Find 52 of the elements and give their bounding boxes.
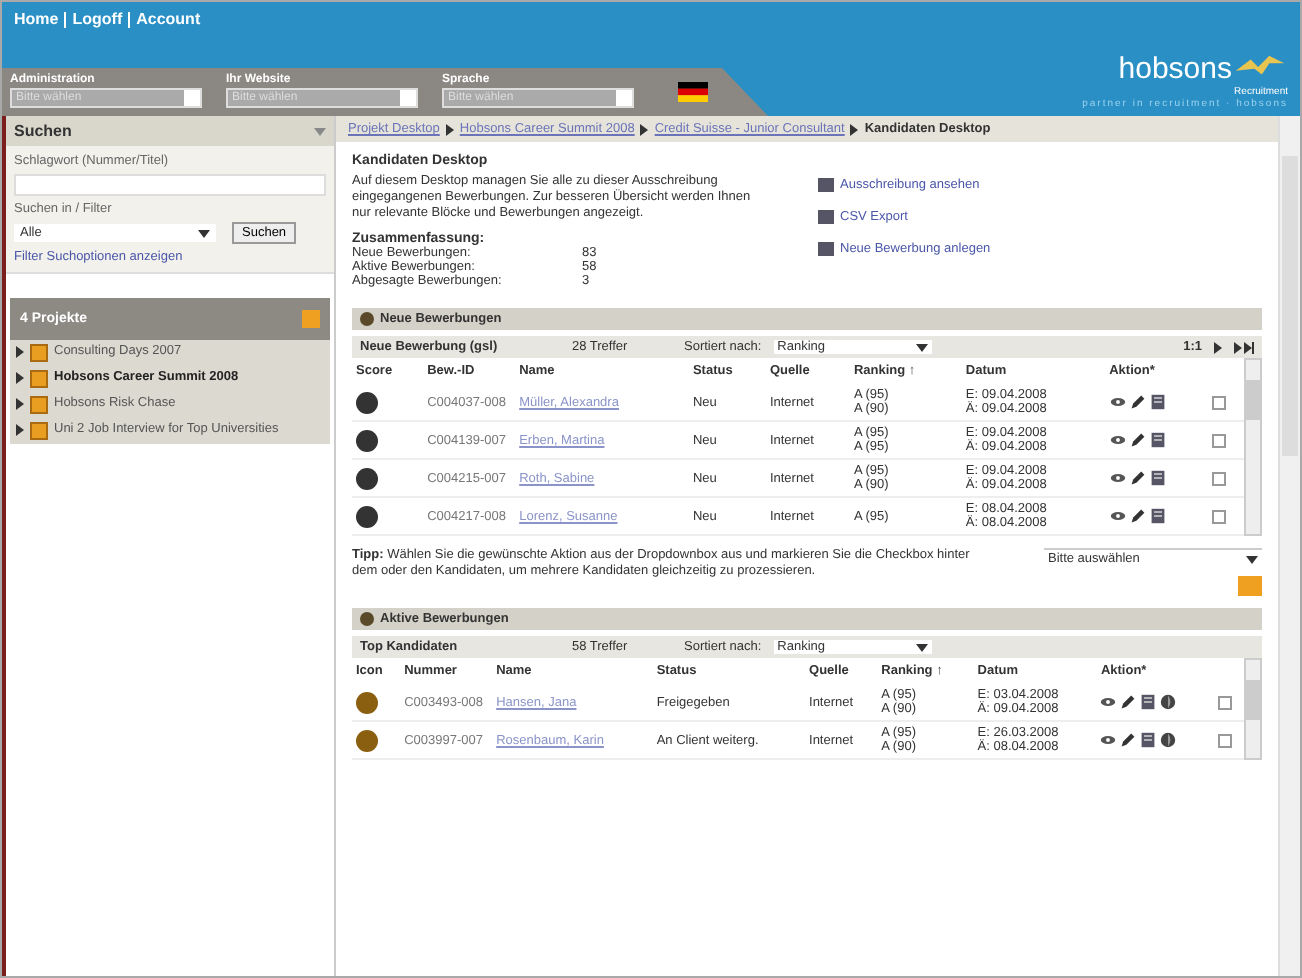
last-page-icon[interactable] — [1234, 341, 1254, 354]
arrow-icon — [640, 123, 649, 135]
pencil-icon[interactable] — [1129, 470, 1146, 487]
eye-icon[interactable] — [1109, 470, 1126, 487]
document-icon — [818, 242, 834, 256]
notepad-icon[interactable] — [1149, 432, 1166, 449]
notepad-icon[interactable] — [1140, 732, 1157, 749]
score-icon — [356, 391, 378, 414]
document-icon — [818, 210, 834, 224]
score-icon — [356, 467, 378, 490]
pencil-icon[interactable] — [1129, 432, 1146, 449]
arrow-icon — [445, 123, 454, 135]
notepad-icon[interactable] — [1149, 508, 1166, 525]
notepad-icon[interactable] — [1140, 694, 1157, 711]
row-checkbox[interactable] — [1212, 471, 1227, 486]
pencil-icon[interactable] — [1120, 732, 1137, 749]
globe-icon[interactable] — [1160, 694, 1177, 711]
flag-icon[interactable] — [678, 81, 708, 101]
section-icon — [360, 312, 374, 327]
arrow-icon — [850, 123, 859, 135]
score-icon — [356, 505, 378, 528]
notepad-icon[interactable] — [1149, 470, 1166, 487]
eye-icon[interactable] — [1100, 732, 1117, 749]
pencil-icon[interactable] — [1120, 694, 1137, 711]
eye-icon[interactable] — [1109, 508, 1126, 525]
row-checkbox[interactable] — [1217, 695, 1232, 710]
nav-link[interactable]: Home — [14, 10, 59, 28]
section-icon — [360, 612, 374, 627]
scrollbar[interactable] — [1244, 358, 1262, 537]
nav-link[interactable]: Logoff — [72, 10, 123, 28]
logo-text: hobsons — [1118, 52, 1232, 86]
globe-icon[interactable] — [1160, 732, 1177, 749]
pencil-icon[interactable] — [1129, 394, 1146, 411]
eye-icon[interactable] — [1100, 694, 1117, 711]
document-icon — [818, 178, 834, 192]
row-checkbox[interactable] — [1217, 733, 1232, 748]
nav-link[interactable]: Account — [136, 10, 201, 28]
scrollbar[interactable] — [1244, 658, 1262, 761]
score-icon — [356, 429, 378, 452]
row-checkbox[interactable] — [1212, 433, 1227, 448]
pencil-icon[interactable] — [1129, 508, 1146, 525]
badge-icon — [356, 691, 378, 714]
eye-icon[interactable] — [1109, 432, 1126, 449]
next-page-icon[interactable] — [1214, 341, 1222, 354]
row-checkbox[interactable] — [1212, 395, 1227, 410]
notepad-icon[interactable] — [1149, 394, 1166, 411]
eye-icon[interactable] — [1109, 394, 1126, 411]
page-scrollbar[interactable] — [1278, 116, 1300, 976]
search-field[interactable] — [14, 174, 326, 196]
panel-title: Suchen — [14, 122, 72, 140]
badge-icon — [356, 729, 378, 752]
row-checkbox[interactable] — [1212, 509, 1227, 524]
